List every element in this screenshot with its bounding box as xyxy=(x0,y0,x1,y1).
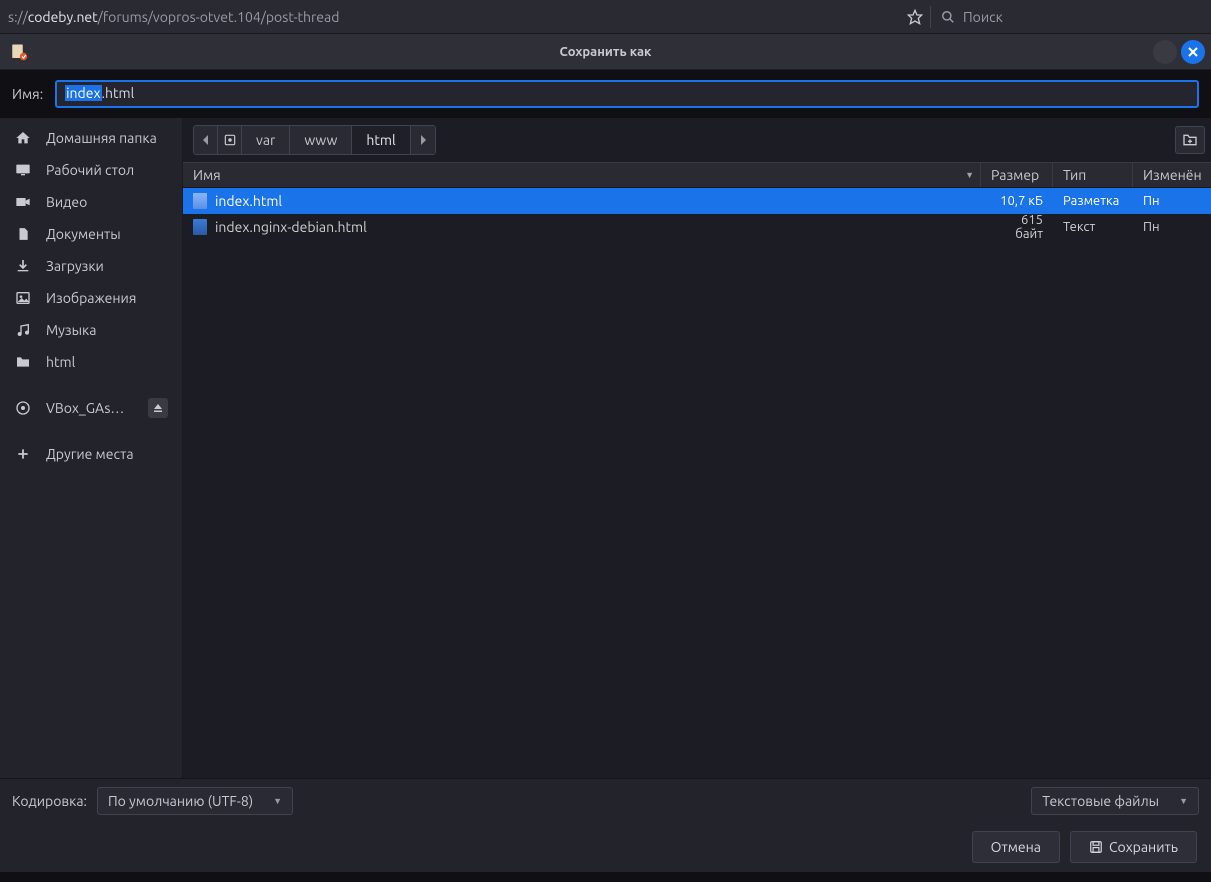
filename-input[interactable] xyxy=(55,80,1199,108)
file-row[interactable]: index.nginx-debian.html 615 байт Текст П… xyxy=(183,214,1211,240)
url-box[interactable]: s://codeby.net/forums/vopros-otvet.104/p… xyxy=(0,9,900,25)
column-header-size[interactable]: Размер xyxy=(981,163,1053,187)
image-icon xyxy=(14,290,32,306)
path-toolbar: var www html xyxy=(183,118,1211,162)
breadcrumb-forward-button[interactable] xyxy=(411,126,435,154)
disc-icon xyxy=(14,400,32,416)
save-button[interactable]: Сохранить xyxy=(1070,831,1197,863)
dialog-title-bar: Сохранить как xyxy=(0,34,1211,70)
column-header-modified[interactable]: Изменён xyxy=(1133,163,1211,187)
chevron-down-icon: ▼ xyxy=(273,796,282,806)
document-icon xyxy=(14,226,32,242)
chevron-down-icon: ▼ xyxy=(1179,796,1188,806)
breadcrumb-segment-www[interactable]: www xyxy=(290,126,352,154)
url-text: s://codeby.net/forums/vopros-otvet.104/p… xyxy=(8,9,339,25)
video-icon xyxy=(14,194,32,210)
breadcrumb-back-button[interactable] xyxy=(194,126,218,154)
folder-icon xyxy=(14,354,32,370)
filename-display: index.html xyxy=(65,85,134,101)
save-icon xyxy=(1089,840,1103,854)
sidebar-item-drive[interactable]: VBox_GAs… xyxy=(0,392,182,424)
file-row[interactable]: index.html 10,7 кБ Разметка Пн xyxy=(183,188,1211,214)
encoding-select[interactable]: По умолчанию (UTF-8) ▼ xyxy=(97,787,293,815)
download-icon xyxy=(14,258,32,274)
filename-label: Имя: xyxy=(12,86,43,102)
breadcrumb-nav: var www html xyxy=(193,125,436,155)
browser-search-box[interactable]: Поиск xyxy=(931,9,1211,25)
eject-icon[interactable] xyxy=(148,398,168,418)
sidebar-item-other-places[interactable]: Другие места xyxy=(0,438,182,470)
sidebar-item-downloads[interactable]: Загрузки xyxy=(0,250,182,282)
breadcrumb-root-button[interactable] xyxy=(218,126,242,154)
file-table-header: Имя▼ Размер Тип Изменён xyxy=(183,162,1211,188)
column-header-type[interactable]: Тип xyxy=(1053,163,1133,187)
search-placeholder: Поиск xyxy=(963,9,1003,25)
music-icon xyxy=(14,322,32,338)
column-header-name[interactable]: Имя▼ xyxy=(183,163,981,187)
plus-icon xyxy=(14,447,32,461)
sidebar-item-videos[interactable]: Видео xyxy=(0,186,182,218)
places-sidebar: Домашняя папка Рабочий стол Видео Докуме… xyxy=(0,118,183,778)
sidebar-item-home[interactable]: Домашняя папка xyxy=(0,122,182,154)
sidebar-item-documents[interactable]: Документы xyxy=(0,218,182,250)
desktop-icon xyxy=(14,162,32,178)
search-icon xyxy=(941,10,955,24)
new-folder-button[interactable] xyxy=(1175,126,1205,154)
minimize-button[interactable] xyxy=(1153,40,1177,64)
filename-row: Имя: index.html xyxy=(0,70,1211,118)
filetype-select[interactable]: Текстовые файлы ▼ xyxy=(1031,787,1199,815)
breadcrumb-segment-html[interactable]: html xyxy=(352,126,410,154)
file-table-body: index.html 10,7 кБ Разметка Пн index.ngi… xyxy=(183,188,1211,778)
bookmark-star-icon[interactable] xyxy=(900,9,930,25)
encoding-label: Кодировка: xyxy=(12,793,87,809)
sidebar-item-music[interactable]: Музыка xyxy=(0,314,182,346)
sort-indicator-icon: ▼ xyxy=(965,170,974,180)
file-icon xyxy=(193,193,207,209)
breadcrumb-segment-var[interactable]: var xyxy=(242,126,290,154)
sidebar-item-desktop[interactable]: Рабочий стол xyxy=(0,154,182,186)
cancel-button[interactable]: Отмена xyxy=(972,831,1060,863)
options-bar: Кодировка: По умолчанию (UTF-8) ▼ Тексто… xyxy=(0,778,1211,822)
dialog-title: Сохранить как xyxy=(0,45,1211,59)
browser-address-bar: s://codeby.net/forums/vopros-otvet.104/p… xyxy=(0,0,1211,34)
file-icon xyxy=(193,219,207,235)
close-button[interactable] xyxy=(1181,40,1205,64)
sidebar-item-html[interactable]: html xyxy=(0,346,182,378)
actions-bar: Отмена Сохранить xyxy=(0,822,1211,872)
sidebar-item-pictures[interactable]: Изображения xyxy=(0,282,182,314)
home-icon xyxy=(14,130,32,146)
